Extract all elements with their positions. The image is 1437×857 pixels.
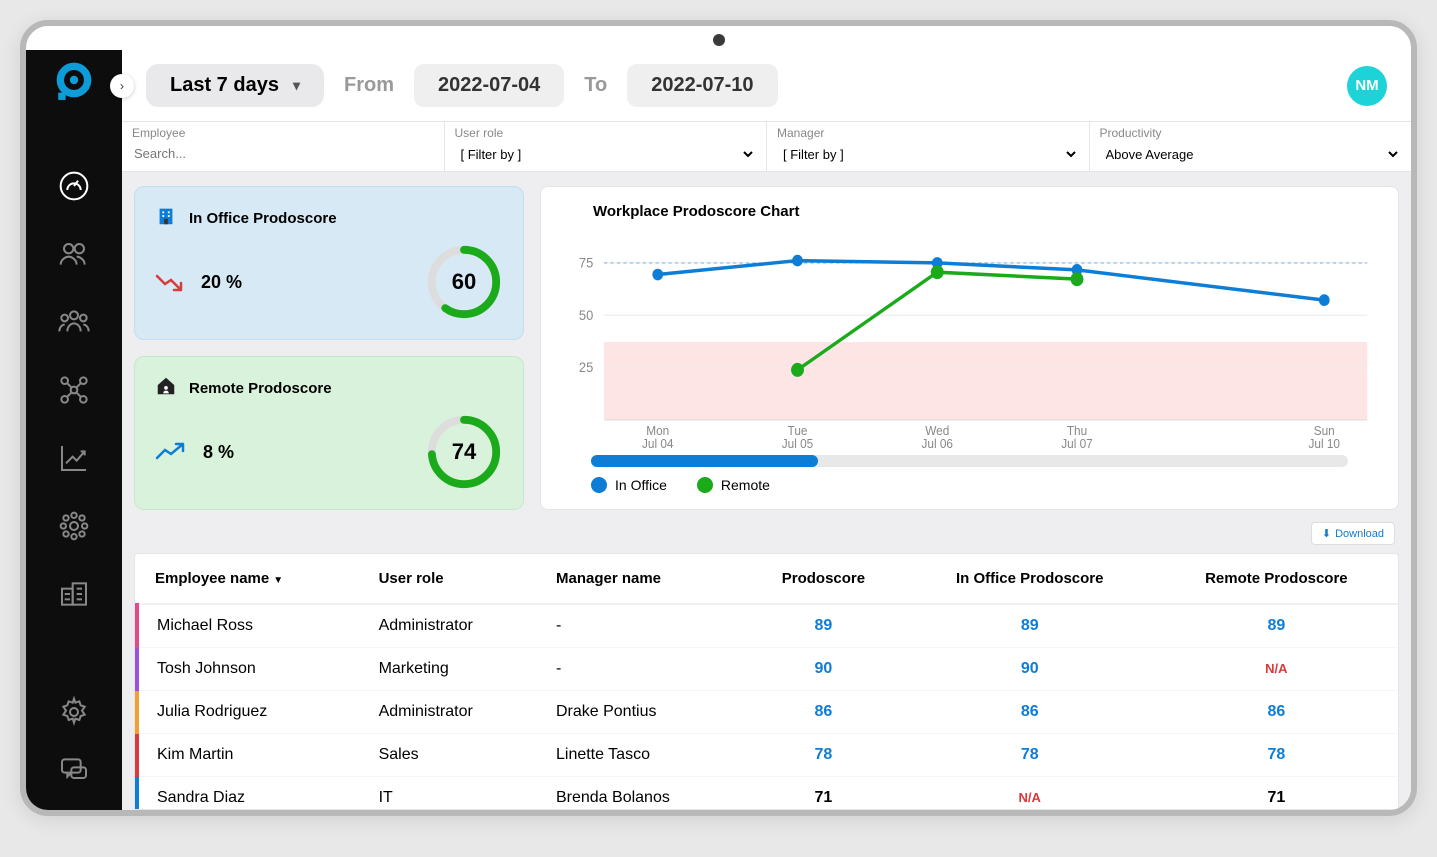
building-icon: [155, 205, 177, 231]
from-date-picker[interactable]: 2022-07-04: [414, 64, 564, 107]
chart-panel: Workplace Prodoscore Chart: [540, 186, 1399, 510]
user-avatar[interactable]: NM: [1347, 66, 1387, 106]
main-content: Last 7 days ▾ From 2022-07-04 To 2022-07…: [122, 50, 1411, 810]
nav-chat[interactable]: [54, 750, 94, 790]
productivity-select[interactable]: Above Average: [1100, 142, 1402, 167]
office-card-title: In Office Prodoscore: [189, 210, 337, 227]
in-office-card: In Office Prodoscore 20 % 60: [134, 186, 524, 340]
nav-analytics[interactable]: [54, 438, 94, 478]
legend-office[interactable]: In Office: [591, 477, 667, 493]
col-remote-score[interactable]: Remote Prodoscore: [1155, 554, 1398, 604]
svg-text:75: 75: [579, 255, 593, 271]
logo: [50, 56, 98, 104]
table-row[interactable]: Sandra DiazITBrenda Bolanos71N/A71: [137, 777, 1398, 811]
filter-employee-label: Employee: [132, 126, 434, 140]
col-manager-name[interactable]: Manager name: [538, 554, 742, 604]
nav-dashboard[interactable]: [54, 166, 94, 206]
col-user-role[interactable]: User role: [361, 554, 538, 604]
nav-network[interactable]: [54, 370, 94, 410]
nav-list: [26, 166, 122, 614]
employee-table: Employee name▼ User role Manager name Pr…: [134, 553, 1399, 810]
remote-gauge: 74: [425, 413, 503, 491]
to-label: To: [584, 74, 607, 97]
svg-text:Jul 06: Jul 06: [921, 436, 953, 449]
filter-manager-label: Manager: [777, 126, 1079, 140]
employee-search-input[interactable]: [132, 142, 434, 165]
svg-text:Jul 07: Jul 07: [1061, 436, 1093, 449]
svg-text:Jul 04: Jul 04: [642, 436, 674, 449]
user-role-select[interactable]: [ Filter by ]: [455, 142, 757, 167]
office-trend-pct: 20 %: [201, 272, 242, 293]
filter-productivity-label: Productivity: [1100, 126, 1402, 140]
sort-indicator-icon: ▼: [273, 575, 283, 586]
table-row[interactable]: Kim MartinSalesLinette Tasco787878: [137, 734, 1398, 777]
trend-up-icon: [155, 442, 193, 462]
legend-remote[interactable]: Remote: [697, 477, 770, 493]
remote-score: 74: [452, 439, 476, 465]
filter-bar: Employee User role [ Filter by ] Manager…: [122, 122, 1411, 172]
chart-title: Workplace Prodoscore Chart: [593, 203, 1378, 220]
chevron-down-icon: ▾: [293, 77, 300, 94]
office-gauge: 60: [425, 243, 503, 321]
remote-trend: 8 %: [155, 442, 234, 463]
range-label: Last 7 days: [170, 74, 279, 97]
manager-select[interactable]: [ Filter by ]: [777, 142, 1079, 167]
from-label: From: [344, 74, 394, 97]
office-trend: 20 %: [155, 272, 242, 293]
camera-dot: [713, 34, 725, 46]
remote-trend-pct: 8 %: [203, 442, 234, 463]
nav-users[interactable]: [54, 234, 94, 274]
remote-card-title: Remote Prodoscore: [189, 380, 332, 397]
svg-text:Jul 05: Jul 05: [782, 436, 814, 449]
nav-teams[interactable]: [54, 302, 94, 342]
filter-role-label: User role: [455, 126, 757, 140]
nav-org[interactable]: [54, 574, 94, 614]
tablet-frame: › Last 7 days ▾ From: [20, 20, 1417, 816]
table-row[interactable]: Julia RodriguezAdministratorDrake Pontiu…: [137, 691, 1398, 734]
office-score: 60: [452, 269, 476, 295]
to-date-picker[interactable]: 2022-07-10: [627, 64, 777, 107]
table-row[interactable]: Michael RossAdministrator-898989: [137, 604, 1398, 648]
chart-legend: In Office Remote: [561, 477, 1378, 493]
sidebar-expand-button[interactable]: ›: [110, 74, 134, 98]
table-row[interactable]: Tosh JohnsonMarketing-9090N/A: [137, 648, 1398, 691]
download-button[interactable]: ⬇ Download: [1311, 522, 1395, 545]
sidebar: ›: [26, 50, 122, 810]
download-icon: ⬇: [1322, 527, 1331, 540]
svg-text:Jul 10: Jul 10: [1308, 436, 1340, 449]
workplace-chart: 75 50 25 MonJul 04 TueJul 05 WedJul 06 T…: [561, 228, 1378, 449]
nav-settings[interactable]: [54, 692, 94, 732]
col-office-score[interactable]: In Office Prodoscore: [905, 554, 1155, 604]
svg-text:25: 25: [579, 360, 593, 376]
trend-down-icon: [155, 272, 191, 292]
nav-cluster[interactable]: [54, 506, 94, 546]
chart-scrollbar[interactable]: [591, 455, 1348, 467]
col-prodoscore[interactable]: Prodoscore: [742, 554, 905, 604]
date-range-selector[interactable]: Last 7 days ▾: [146, 64, 324, 107]
header-bar: Last 7 days ▾ From 2022-07-04 To 2022-07…: [122, 50, 1411, 122]
home-icon: [155, 375, 177, 401]
remote-card: Remote Prodoscore 8 % 74: [134, 356, 524, 510]
svg-text:50: 50: [579, 307, 593, 323]
col-employee-name[interactable]: Employee name▼: [137, 554, 361, 604]
